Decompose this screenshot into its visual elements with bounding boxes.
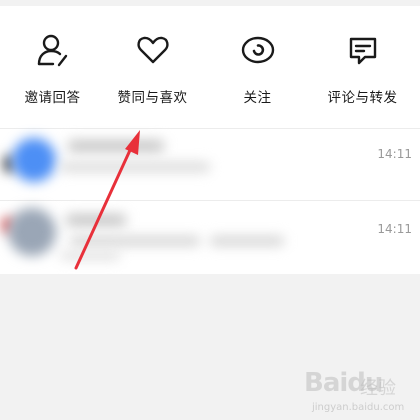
blurred-username <box>66 214 126 226</box>
avatar <box>8 208 56 256</box>
blurred-username <box>68 140 164 152</box>
comment-forward-button[interactable]: 评论与转发 <box>310 26 415 116</box>
blurred-message <box>60 162 210 172</box>
eye-icon <box>241 36 274 64</box>
invite-answer-label: 邀请回答 <box>24 90 81 106</box>
comment-forward-label: 评论与转发 <box>327 90 398 106</box>
likes-label: 赞同与喜欢 <box>117 90 188 106</box>
blurred-message <box>210 236 284 246</box>
blurred-message <box>70 236 200 246</box>
notification-item[interactable]: 14:11 <box>0 128 420 198</box>
invite-answer-button[interactable]: 邀请回答 <box>0 26 105 116</box>
person-edit-icon <box>37 34 67 67</box>
divider <box>0 128 420 129</box>
watermark-brand-cn: 经验 <box>360 378 396 399</box>
heart-icon <box>136 36 169 64</box>
blurred-message <box>60 252 120 260</box>
notification-time: 14:11 <box>377 147 412 161</box>
avatar <box>12 138 56 182</box>
likes-button[interactable]: 赞同与喜欢 <box>100 26 205 116</box>
follow-label: 关注 <box>243 90 272 106</box>
notification-item[interactable]: 14:11 <box>0 200 420 270</box>
baidu-jingyan-watermark: Baidu 经验 jingyan.baidu.com <box>300 364 420 420</box>
comment-icon <box>349 37 376 65</box>
notification-time: 14:11 <box>377 222 412 236</box>
notification-category-row: 邀请回答 赞同与喜欢 关注 评论与转发 <box>0 26 420 116</box>
follow-button[interactable]: 关注 <box>205 26 310 116</box>
watermark-url: jingyan.baidu.com <box>312 402 405 413</box>
divider <box>0 200 420 201</box>
